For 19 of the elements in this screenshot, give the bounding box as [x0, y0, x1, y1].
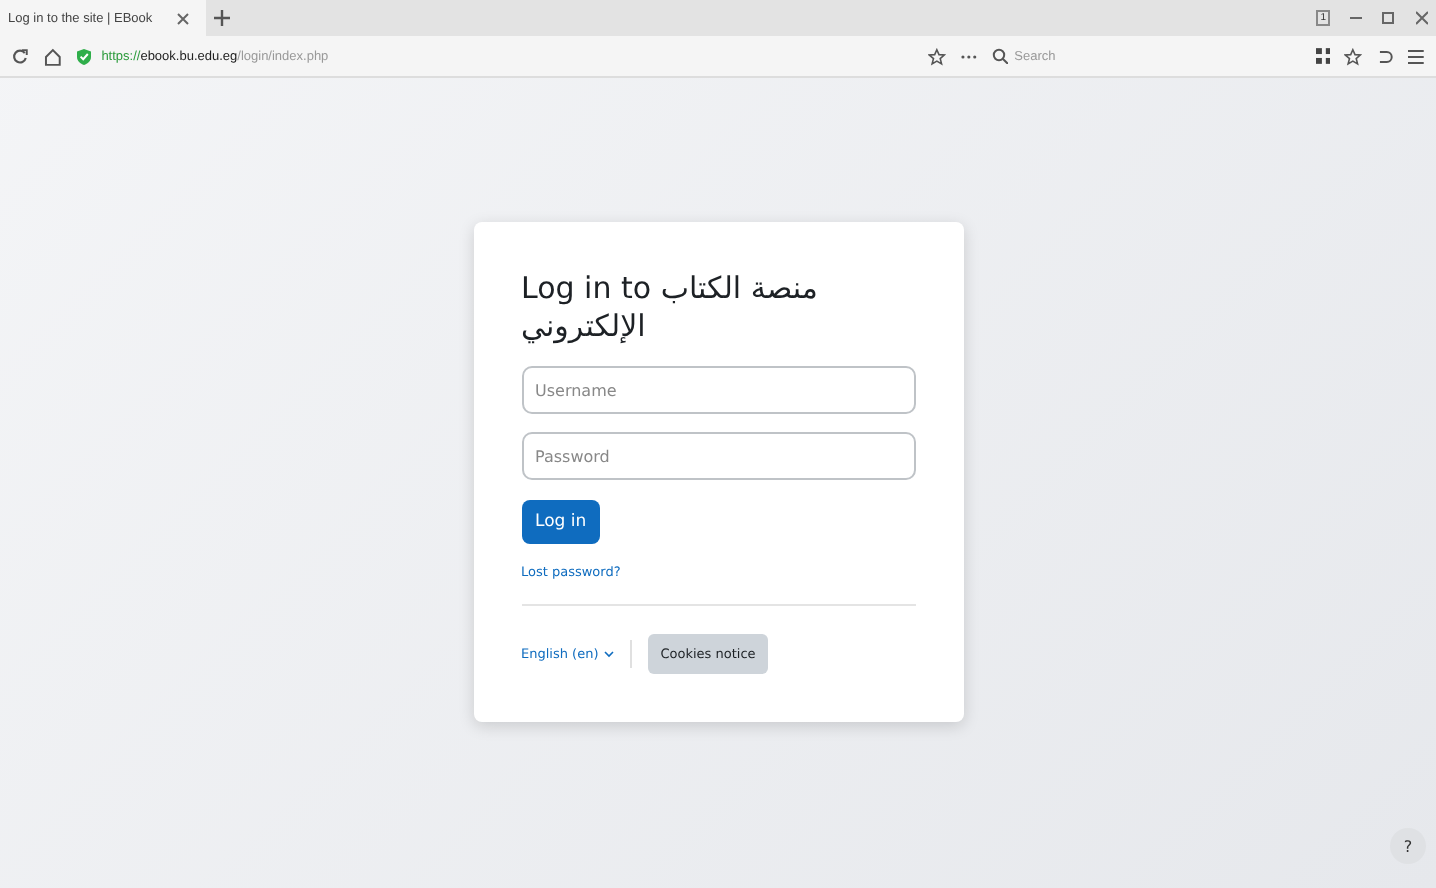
login-title: Log in to منصة الكتاب الإلكتروني — [521, 270, 820, 346]
login-button[interactable]: Log in — [521, 500, 601, 544]
close-icon[interactable] — [1416, 10, 1428, 26]
caret-icon — [604, 650, 615, 658]
home-icon[interactable] — [43, 47, 62, 65]
undo-icon[interactable] — [1376, 47, 1395, 65]
shield-icon[interactable] — [75, 47, 92, 65]
close-icon[interactable] — [176, 11, 191, 25]
search-icon[interactable] — [992, 48, 1009, 64]
star-icon[interactable] — [928, 47, 947, 65]
help-button[interactable]: ? — [1390, 828, 1426, 864]
username-field[interactable]: Username — [521, 366, 915, 414]
reload-icon[interactable] — [12, 47, 30, 65]
menu-icon[interactable] — [1408, 47, 1424, 65]
restore-icon[interactable] — [1382, 10, 1396, 26]
password-field[interactable]: Password — [521, 432, 915, 480]
bookmarks-icon[interactable] — [1344, 47, 1363, 65]
grid-icon[interactable] — [1315, 48, 1331, 64]
plus-icon[interactable] — [214, 10, 231, 26]
